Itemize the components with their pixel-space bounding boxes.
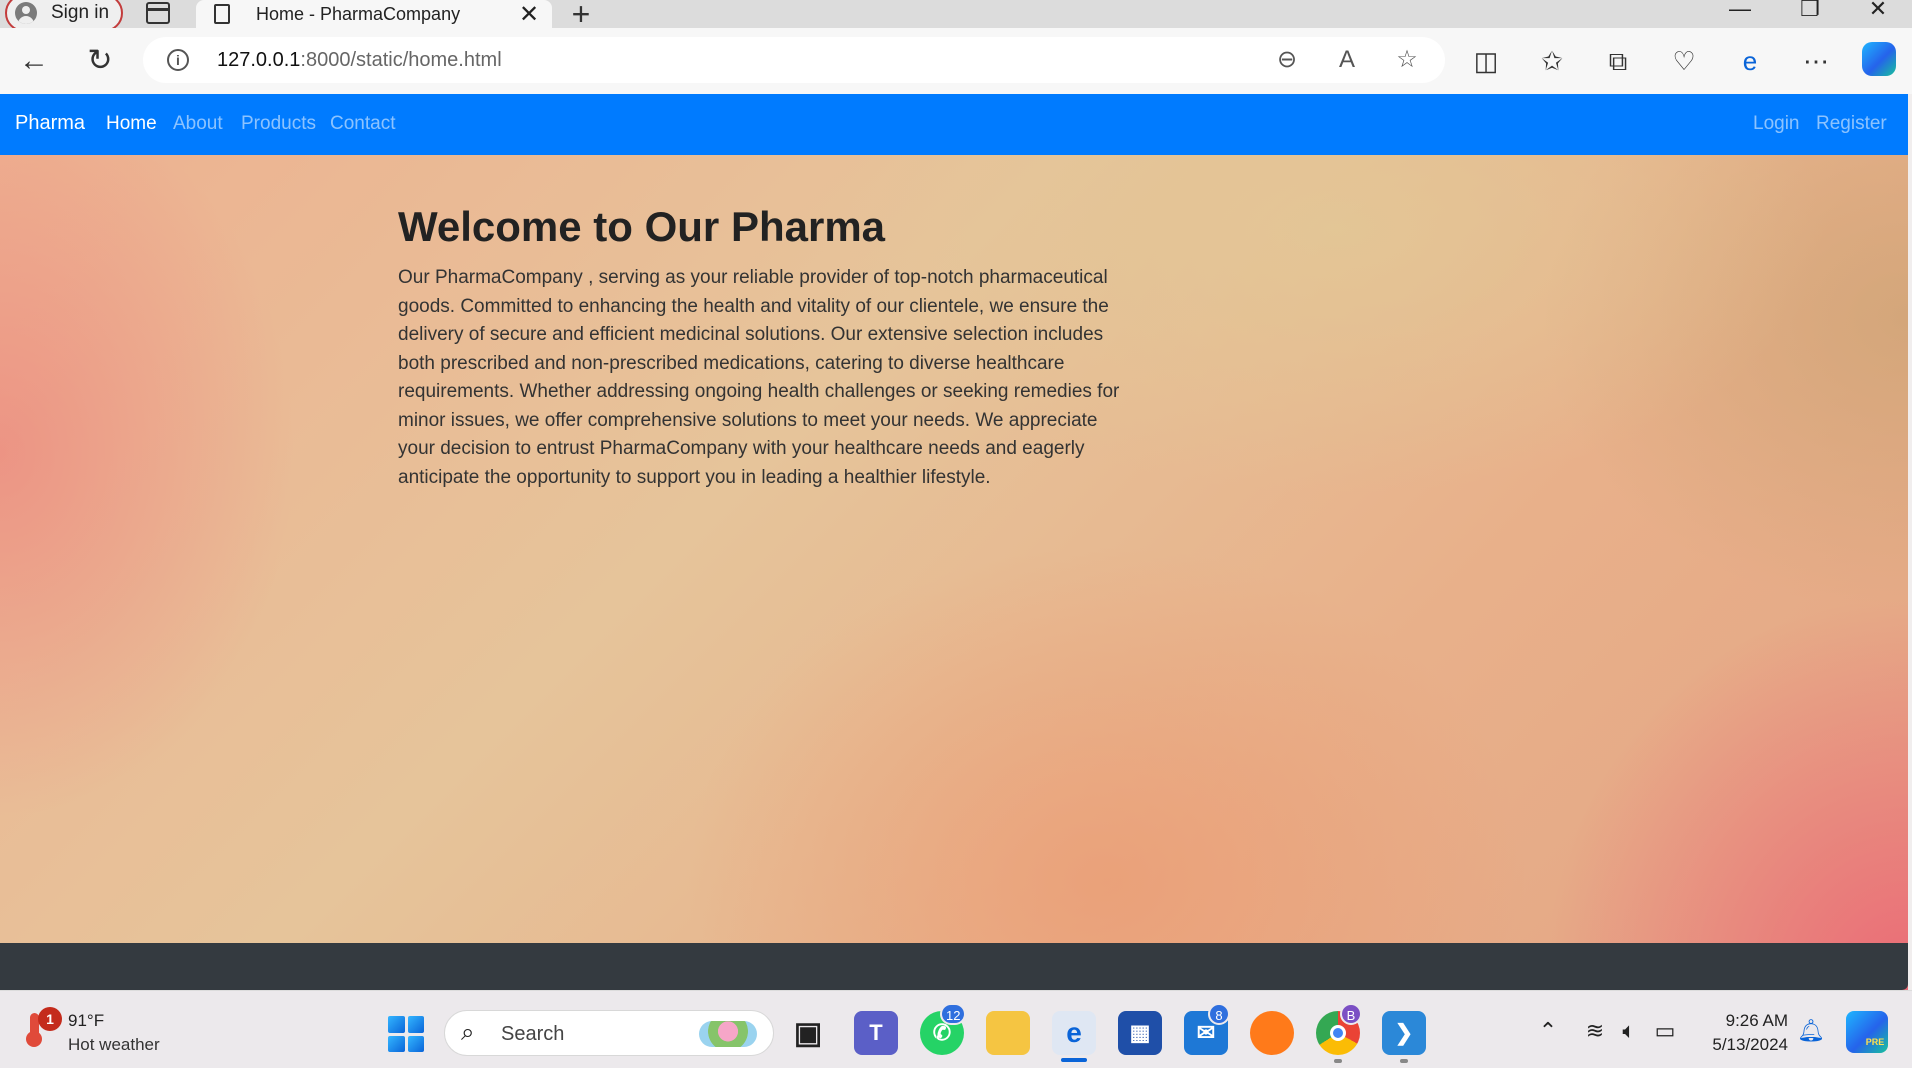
edge-browser-icon[interactable]: e <box>1052 1011 1096 1055</box>
ie-mode-icon[interactable]: e <box>1732 44 1768 78</box>
browser-essentials-icon[interactable]: ♡ <box>1666 44 1702 78</box>
collections-icon[interactable]: ⧉ <box>1600 44 1636 78</box>
windows-taskbar: 1 91°F Hot weather ⌕ Search ▣ T ✆ 12 e ▦… <box>0 990 1912 1068</box>
page-title: Welcome to Our Pharma <box>398 203 886 250</box>
volume-icon[interactable]: 🔈︎ <box>1614 1017 1644 1045</box>
site-navbar: Pharma Home About Products Contact Login… <box>0 94 1908 155</box>
url-host: 127.0.0.1 <box>217 49 301 71</box>
weather-description[interactable]: Hot weather <box>68 1035 160 1055</box>
welcome-section: Welcome to Our Pharma Our PharmaCompany … <box>398 203 1138 492</box>
wifi-icon[interactable]: ≋ <box>1580 1017 1610 1045</box>
page-document-icon <box>214 4 230 24</box>
url-path: :8000/static/home.html <box>300 49 502 71</box>
weather-alert-badge: 1 <box>38 1007 62 1031</box>
teams-icon[interactable]: T <box>854 1011 898 1055</box>
nav-link-products[interactable]: Products <box>241 113 316 135</box>
url-text[interactable]: 127.0.0.1:8000/static/home.html <box>217 49 502 72</box>
address-bar[interactable]: i 127.0.0.1:8000/static/home.html ⊖ A ☆ <box>143 37 1445 83</box>
edge-active-indicator <box>1061 1058 1087 1062</box>
search-highlight-image <box>699 1021 757 1047</box>
battery-icon[interactable]: ▭ <box>1650 1017 1680 1045</box>
zoom-out-icon[interactable]: ⊖ <box>1271 45 1303 75</box>
file-explorer-icon[interactable] <box>986 1011 1030 1055</box>
tab-actions-icon[interactable] <box>146 2 170 24</box>
minimize-icon[interactable]: — <box>1720 0 1760 22</box>
search-icon: ⌕ <box>461 1019 475 1046</box>
tab-title: Home - PharmaCompany <box>256 3 461 24</box>
more-icon[interactable]: ⋯ <box>1798 44 1834 78</box>
microsoft-store-icon[interactable]: ▦ <box>1118 1011 1162 1055</box>
page-viewport: Pharma Home About Products Contact Login… <box>0 94 1908 990</box>
restore-icon[interactable]: ❐ <box>1790 0 1830 22</box>
notification-bell-icon[interactable]: 🔔︎ <box>1796 1017 1826 1045</box>
profile-sign-in-label: Sign in <box>51 2 110 23</box>
nav-link-register[interactable]: Register <box>1816 113 1887 135</box>
avatar-icon <box>15 2 37 24</box>
nav-link-contact[interactable]: Contact <box>330 113 395 135</box>
read-aloud-icon[interactable]: A <box>1331 45 1363 75</box>
site-footer <box>0 943 1908 990</box>
vscode-icon[interactable]: ❯ <box>1382 1011 1426 1055</box>
whatsapp-badge: 12 <box>940 1003 967 1025</box>
firefox-icon[interactable] <box>1250 1011 1294 1055</box>
browser-tab-strip: Sign in Home - PharmaCompany ✕ + — ❐ ✕ <box>0 0 1912 32</box>
back-icon[interactable]: ← <box>14 42 54 80</box>
favorite-star-icon[interactable]: ☆ <box>1391 45 1423 75</box>
mail-badge: 8 <box>1208 1003 1230 1025</box>
show-hidden-icons-icon[interactable]: ⌃ <box>1533 1017 1563 1045</box>
split-screen-icon[interactable]: ◫ <box>1468 44 1504 78</box>
intro-paragraph: Our PharmaCompany , serving as your reli… <box>398 267 1120 488</box>
weather-temperature[interactable]: 91°F <box>68 1011 104 1031</box>
favorites-icon[interactable]: ✩ <box>1534 44 1570 78</box>
nav-link-about[interactable]: About <box>173 113 223 135</box>
copilot-icon[interactable] <box>1862 42 1896 76</box>
taskbar-search-box[interactable]: ⌕ Search <box>444 1010 774 1056</box>
navbar-brand[interactable]: Pharma <box>15 112 85 135</box>
chrome-running-indicator <box>1334 1059 1342 1063</box>
chrome-profile-badge: B <box>1340 1003 1362 1025</box>
taskbar-search-label: Search <box>501 1023 565 1045</box>
tab-close-icon[interactable]: ✕ <box>514 0 544 29</box>
copilot-preview-icon[interactable]: PRE <box>1846 1011 1888 1053</box>
nav-link-login[interactable]: Login <box>1753 113 1800 135</box>
close-window-icon[interactable]: ✕ <box>1858 0 1898 22</box>
start-windows-icon[interactable] <box>388 1016 424 1052</box>
task-view-icon[interactable]: ▣ <box>786 1011 830 1055</box>
clock-date[interactable]: 5/13/2024 <box>1688 1035 1788 1055</box>
vscode-running-indicator <box>1400 1059 1408 1063</box>
browser-toolbar: ← ↻ i 127.0.0.1:8000/static/home.html ⊖ … <box>0 28 1912 94</box>
info-icon[interactable]: i <box>167 49 189 71</box>
copilot-pre-label: PRE <box>1865 1037 1885 1047</box>
nav-link-home[interactable]: Home <box>106 113 157 135</box>
clock-time[interactable]: 9:26 AM <box>1688 1011 1788 1031</box>
browser-tab[interactable]: Home - PharmaCompany ✕ <box>196 0 552 28</box>
refresh-icon[interactable]: ↻ <box>80 42 120 80</box>
